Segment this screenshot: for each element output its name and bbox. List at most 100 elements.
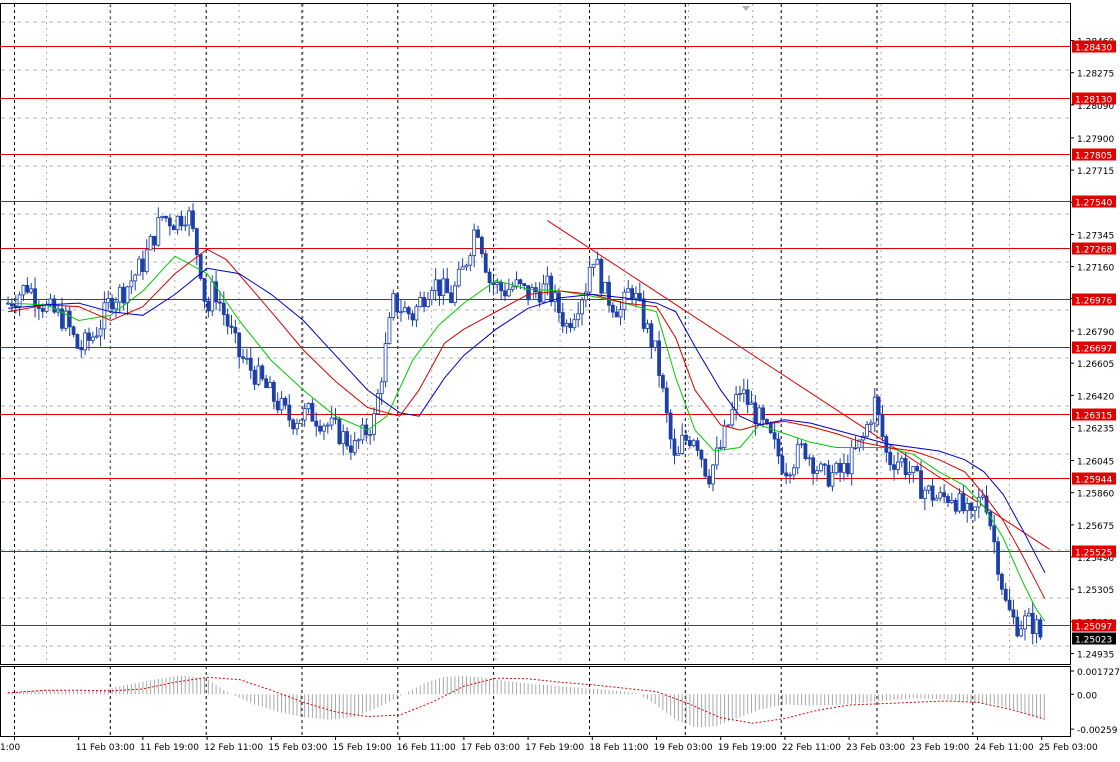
candle-body bbox=[572, 319, 577, 329]
candle-body bbox=[757, 407, 762, 424]
price-tick-label: 1.25860 bbox=[1077, 490, 1114, 500]
time-tick-label: 12 Feb 11:00 bbox=[204, 743, 263, 753]
candle-body bbox=[676, 452, 681, 456]
candle-body bbox=[275, 400, 280, 411]
candle-body bbox=[229, 325, 234, 328]
candle-body bbox=[557, 292, 561, 313]
candle-body bbox=[152, 235, 157, 246]
candle-body bbox=[999, 573, 1004, 590]
candle-body bbox=[549, 275, 554, 303]
time-tick-label: 11 Feb 03:00 bbox=[76, 743, 135, 753]
candle-body bbox=[391, 293, 396, 318]
candle-body bbox=[179, 215, 184, 227]
time-tick-label: 25 Feb 03:00 bbox=[1039, 743, 1098, 753]
candle-body bbox=[260, 365, 265, 380]
candle-body bbox=[849, 447, 854, 475]
candle-body bbox=[499, 282, 504, 292]
candle-body bbox=[684, 434, 688, 441]
candle-body bbox=[241, 356, 245, 359]
candle-body bbox=[811, 457, 816, 474]
candle-body bbox=[996, 541, 1000, 575]
candle-body bbox=[576, 313, 581, 321]
candle-body bbox=[468, 255, 473, 266]
candle-body bbox=[587, 266, 592, 293]
candle-body bbox=[110, 297, 114, 310]
candle-body bbox=[48, 298, 53, 305]
candle-body bbox=[325, 424, 330, 427]
candle-body bbox=[383, 343, 388, 383]
candle-body bbox=[776, 438, 781, 457]
candle-body bbox=[973, 506, 977, 511]
level-price-label: 1.27540 bbox=[1075, 199, 1112, 209]
time-tick-label: 11 Feb 19:00 bbox=[140, 743, 199, 753]
level-price-label: 1.28430 bbox=[1075, 44, 1112, 54]
level-price-label: 1.25525 bbox=[1075, 549, 1112, 559]
candle-body bbox=[772, 432, 777, 440]
candle-body bbox=[653, 340, 658, 348]
candle-body bbox=[965, 503, 970, 512]
candle-body bbox=[164, 215, 168, 219]
candle-body bbox=[560, 312, 565, 327]
candle-body bbox=[75, 334, 80, 349]
candle-body bbox=[980, 495, 985, 498]
candle-body bbox=[333, 417, 338, 420]
candle-body bbox=[414, 306, 419, 321]
candle-body bbox=[87, 332, 91, 341]
candle-body bbox=[121, 286, 126, 304]
candle-body bbox=[749, 402, 754, 405]
candle-body bbox=[456, 268, 461, 287]
candle-body bbox=[433, 279, 438, 291]
candle-body bbox=[522, 283, 527, 286]
candle-body bbox=[1003, 588, 1008, 601]
candle-body bbox=[399, 311, 403, 314]
candle-body bbox=[930, 485, 935, 501]
time-tick-label: 18 Feb 11:00 bbox=[589, 743, 648, 753]
level-price-label: 1.26976 bbox=[1075, 297, 1112, 307]
candle-body bbox=[630, 288, 635, 299]
price-tick-label: 1.26790 bbox=[1077, 328, 1114, 338]
candle-body bbox=[1011, 609, 1016, 618]
time-tick-label: 15 Feb 19:00 bbox=[333, 743, 392, 753]
oscillator-tick-label: 0.00 bbox=[1077, 691, 1097, 701]
candle-body bbox=[291, 419, 296, 430]
candle-body bbox=[526, 285, 530, 301]
candle-body bbox=[707, 475, 712, 485]
candle-body bbox=[899, 458, 904, 463]
candle-body bbox=[83, 332, 88, 351]
candle-body bbox=[117, 286, 122, 303]
candle-body bbox=[564, 323, 569, 327]
candle-body bbox=[287, 404, 292, 421]
candle-body bbox=[233, 327, 238, 334]
candle-body bbox=[911, 466, 916, 473]
level-price-label: 1.27268 bbox=[1075, 246, 1112, 256]
candle-body bbox=[283, 397, 288, 406]
candle-body bbox=[125, 286, 130, 304]
candle-body bbox=[422, 297, 426, 308]
candle-body bbox=[634, 292, 638, 299]
candle-body bbox=[992, 525, 997, 543]
level-price-label: 1.25944 bbox=[1075, 476, 1112, 486]
level-price-label: 1.25097 bbox=[1075, 623, 1112, 633]
candle-body bbox=[495, 282, 500, 286]
candle-body bbox=[942, 492, 947, 497]
candle-body bbox=[437, 279, 442, 296]
candle-body bbox=[71, 326, 76, 335]
candle-body bbox=[67, 310, 72, 328]
candle-body bbox=[160, 215, 165, 218]
candle-body bbox=[649, 323, 654, 348]
candle-body bbox=[302, 408, 307, 421]
candle-body bbox=[441, 278, 446, 296]
candle-body bbox=[237, 332, 242, 358]
chart-canvas[interactable]: 1.284601.282751.280901.279001.277151.275… bbox=[0, 0, 1120, 758]
candle-body bbox=[372, 413, 376, 435]
candle-body bbox=[298, 419, 303, 424]
candle-body bbox=[306, 403, 311, 410]
candle-body bbox=[668, 412, 673, 440]
candle-body bbox=[603, 281, 608, 294]
candle-body bbox=[279, 397, 284, 411]
price-tick-label: 1.27160 bbox=[1077, 264, 1114, 274]
candle-body bbox=[445, 278, 450, 294]
candle-body bbox=[938, 492, 943, 499]
candle-body bbox=[726, 424, 731, 427]
candle-body bbox=[167, 217, 172, 227]
